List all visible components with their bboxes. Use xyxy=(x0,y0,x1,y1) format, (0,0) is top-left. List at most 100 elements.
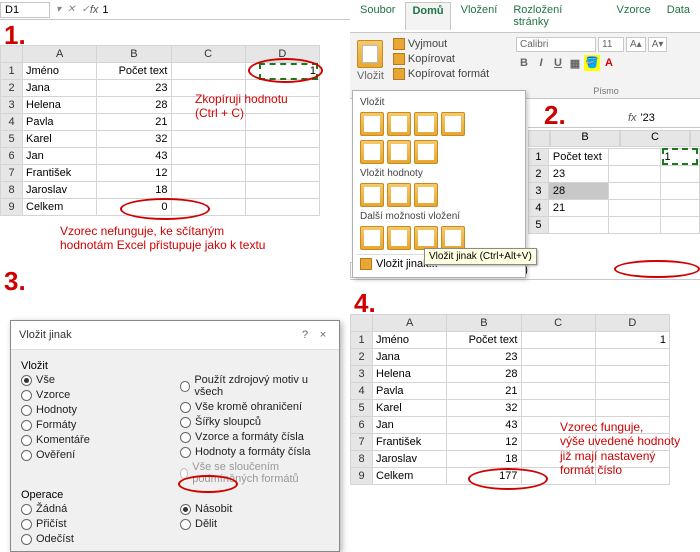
cell[interactable] xyxy=(521,400,595,417)
row-header[interactable]: 6 xyxy=(351,417,373,434)
cell[interactable] xyxy=(171,199,245,216)
radio-option[interactable]: Použít zdrojový motiv u všech xyxy=(180,374,329,398)
cell[interactable]: Pavla xyxy=(23,114,97,131)
row-header[interactable]: 2 xyxy=(529,166,549,183)
cell[interactable]: Helena xyxy=(23,97,97,114)
radio-option[interactable]: Šířky sloupců xyxy=(180,416,329,428)
border-button[interactable]: ▦ xyxy=(567,55,583,71)
clipboard-item[interactable]: Kopírovat formát xyxy=(391,67,491,81)
cell[interactable] xyxy=(608,217,660,234)
clipboard-item[interactable]: Vyjmout xyxy=(391,37,491,51)
row-header[interactable]: 5 xyxy=(1,131,23,148)
cell[interactable]: František xyxy=(23,165,97,182)
cell[interactable]: 1 xyxy=(660,149,699,166)
cell[interactable]: 43 xyxy=(447,417,521,434)
cell[interactable]: 21 xyxy=(447,383,521,400)
row-header[interactable]: 4 xyxy=(1,114,23,131)
cell[interactable] xyxy=(660,217,699,234)
cell[interactable]: 23 xyxy=(548,166,608,183)
cell[interactable] xyxy=(660,183,699,200)
cell[interactable]: 18 xyxy=(447,451,521,468)
cell[interactable] xyxy=(608,166,660,183)
cell[interactable]: 28 xyxy=(447,366,521,383)
row-header[interactable]: 8 xyxy=(351,451,373,468)
radio-option[interactable]: Vše xyxy=(21,374,170,386)
worksheet-grid[interactable]: ABCD1JménoPočet text12Jana233Helena284Pa… xyxy=(0,45,320,216)
cell[interactable]: 0 xyxy=(97,199,171,216)
cell[interactable]: 12 xyxy=(447,434,521,451)
cell[interactable]: 12 xyxy=(97,165,171,182)
ribbon-tab[interactable]: Data xyxy=(661,2,696,30)
radio-option[interactable]: Násobit xyxy=(180,503,329,515)
col-header[interactable]: B xyxy=(97,46,171,63)
row-header[interactable]: 2 xyxy=(1,80,23,97)
row-header[interactable]: 9 xyxy=(351,468,373,485)
cell[interactable] xyxy=(521,349,595,366)
cell[interactable]: 18 xyxy=(97,182,171,199)
cell[interactable]: 43 xyxy=(97,148,171,165)
col-header[interactable]: A xyxy=(373,315,447,332)
cell[interactable]: Karel xyxy=(373,400,447,417)
cell[interactable]: Jan xyxy=(373,417,447,434)
cell[interactable] xyxy=(171,63,245,80)
cell[interactable] xyxy=(608,200,660,217)
cell[interactable]: 23 xyxy=(97,80,171,97)
cell[interactable]: Počet text xyxy=(447,332,521,349)
cell[interactable]: 1 xyxy=(245,63,319,80)
cell[interactable]: Jaroslav xyxy=(373,451,447,468)
row-header[interactable]: 6 xyxy=(1,148,23,165)
cell[interactable] xyxy=(548,217,608,234)
ribbon-tab[interactable]: Rozložení stránky xyxy=(507,2,606,30)
col-header[interactable]: D xyxy=(595,315,669,332)
cell[interactable] xyxy=(521,383,595,400)
ribbon-tab[interactable]: Vložení xyxy=(455,2,504,30)
cell[interactable] xyxy=(608,183,660,200)
row-header[interactable]: 8 xyxy=(1,182,23,199)
paste-other-icon[interactable] xyxy=(414,226,438,250)
row-header[interactable]: 9 xyxy=(1,199,23,216)
cell[interactable]: František xyxy=(373,434,447,451)
row-header[interactable]: 7 xyxy=(351,434,373,451)
paste-other-icon[interactable] xyxy=(441,226,465,250)
cell[interactable]: 32 xyxy=(97,131,171,148)
cell[interactable]: Jana xyxy=(23,80,97,97)
font-name-select[interactable]: Calibri xyxy=(516,37,596,52)
cell[interactable]: 28 xyxy=(97,97,171,114)
radio-option[interactable]: Komentáře xyxy=(21,434,170,446)
radio-option[interactable]: Přičíst xyxy=(21,518,170,530)
cell[interactable]: 32 xyxy=(447,400,521,417)
paste-values-icon[interactable] xyxy=(414,183,438,207)
cell[interactable] xyxy=(171,148,245,165)
cell[interactable] xyxy=(595,366,669,383)
cell[interactable] xyxy=(245,131,319,148)
cell[interactable]: Jaroslav xyxy=(23,182,97,199)
paste-option-icon[interactable] xyxy=(387,140,411,164)
cell[interactable]: 21 xyxy=(548,200,608,217)
paste-option-icon[interactable] xyxy=(414,140,438,164)
cell[interactable]: 23 xyxy=(447,349,521,366)
paste-option-icon[interactable] xyxy=(414,112,438,136)
cell[interactable]: Jméno xyxy=(23,63,97,80)
dialog-help-button[interactable]: ? xyxy=(297,327,313,343)
cell[interactable] xyxy=(595,383,669,400)
cell[interactable]: Počet text xyxy=(548,149,608,166)
radio-option[interactable]: Hodnoty a formáty čísla xyxy=(180,446,329,458)
row-header[interactable]: 2 xyxy=(351,349,373,366)
cell[interactable]: 1 xyxy=(595,332,669,349)
row-header[interactable]: 1 xyxy=(351,332,373,349)
cell[interactable]: Pavla xyxy=(373,383,447,400)
cell[interactable]: Počet text xyxy=(97,63,171,80)
cell[interactable]: 28 xyxy=(548,183,608,200)
col-header[interactable]: C xyxy=(521,315,595,332)
cell[interactable]: Jan xyxy=(23,148,97,165)
cell[interactable] xyxy=(521,366,595,383)
row-header[interactable]: 3 xyxy=(529,183,549,200)
row-header[interactable]: 7 xyxy=(1,165,23,182)
paste-other-icon[interactable] xyxy=(387,226,411,250)
col-header[interactable]: B xyxy=(447,315,521,332)
cell[interactable]: 177 xyxy=(447,468,521,485)
row-header[interactable]: 3 xyxy=(1,97,23,114)
radio-option[interactable]: Vzorce a formáty čísla xyxy=(180,431,329,443)
paste-option-icon[interactable] xyxy=(387,112,411,136)
font-size-select[interactable]: 11 xyxy=(598,37,624,52)
